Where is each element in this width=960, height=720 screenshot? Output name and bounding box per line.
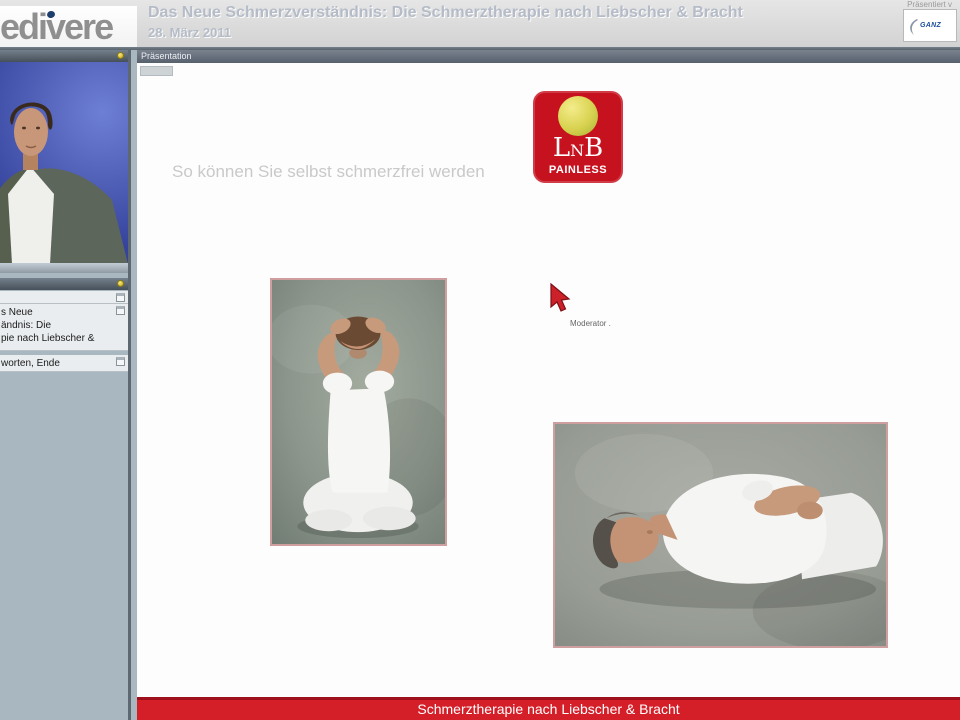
slide-footer-text: Schmerztherapie nach Liebscher & Bracht	[417, 701, 680, 717]
agenda-item-icon[interactable]	[116, 357, 125, 366]
agenda-item-label: ändnis: Die	[1, 320, 52, 331]
app-header: edivere Das Neue Schmerzverständnis: Die…	[0, 0, 960, 48]
slide-footer-bar: Schmerztherapie nach Liebscher & Bracht	[137, 697, 960, 720]
lnb-painless-logo: LNB PAINLESS	[533, 91, 623, 183]
moderator-cursor-icon	[550, 283, 571, 312]
sidebar: s Neue ändnis: Die pie nach Liebscher & …	[0, 50, 137, 720]
presentation-tab-label: Präsentation	[141, 51, 192, 61]
agenda-list: s Neue ändnis: Die pie nach Liebscher & …	[0, 291, 128, 372]
slide-toolbar-chip[interactable]	[140, 66, 173, 76]
agenda-item-icon[interactable]	[116, 293, 125, 302]
lying-person-photo	[553, 422, 888, 648]
lnb-letter: B	[584, 133, 604, 163]
kneeling-person-figure	[272, 280, 445, 544]
agenda-item[interactable]: s Neue ändnis: Die pie nach Liebscher &	[0, 304, 128, 351]
webinar-title: Das Neue Schmerzverständnis: Die Schmerz…	[148, 4, 743, 21]
slide-title: So können Sie selbst schmerzfrei werden	[172, 162, 485, 181]
lnb-letter: N	[570, 141, 585, 160]
moderator-label: Moderator .	[570, 319, 611, 328]
video-control-strip[interactable]	[0, 263, 128, 273]
speaker-figure	[0, 102, 128, 263]
agenda-item-label: s Neue	[1, 307, 33, 318]
agenda-item-label: pie nach Liebscher &	[1, 333, 95, 344]
video-panel-header	[0, 50, 128, 62]
partner-swoosh-icon	[910, 19, 918, 35]
agenda-item-label: worten, Ende	[1, 358, 60, 369]
agenda-panel-control-icon[interactable]	[117, 280, 124, 287]
presented-by-label: Präsentiert v	[907, 0, 952, 9]
brand-logo: edivere	[0, 6, 137, 48]
sidebar-divider	[128, 50, 131, 720]
lying-person-figure	[555, 424, 886, 646]
kneeling-person-photo	[270, 278, 447, 546]
presentation-tab-bar[interactable]: Präsentation	[137, 50, 960, 63]
agenda-item-icon[interactable]	[116, 306, 125, 315]
presentation-area: Präsentation So können Sie selbst schmer…	[137, 50, 960, 720]
lnb-ball-icon	[558, 96, 598, 136]
slide-canvas: So können Sie selbst schmerzfrei werden …	[137, 63, 960, 697]
agenda-item[interactable]: worten, Ende	[0, 355, 128, 372]
webinar-window: edivere Das Neue Schmerzverständnis: Die…	[0, 0, 960, 720]
lnb-logo-text: LNB	[533, 133, 623, 166]
agenda-item[interactable]	[0, 291, 128, 304]
brand-logo-text: edivere	[0, 6, 114, 47]
lnb-letter: L	[552, 133, 571, 163]
agenda-panel-header	[0, 278, 128, 290]
video-panel-control-icon[interactable]	[117, 52, 124, 59]
webinar-date: 28. März 2011	[148, 25, 232, 40]
speaker-video[interactable]	[0, 62, 128, 263]
partner-logo: GANZ	[903, 9, 957, 42]
lnb-logo-subtitle: PAINLESS	[548, 164, 608, 176]
partner-logo-text: GANZ	[920, 22, 942, 29]
